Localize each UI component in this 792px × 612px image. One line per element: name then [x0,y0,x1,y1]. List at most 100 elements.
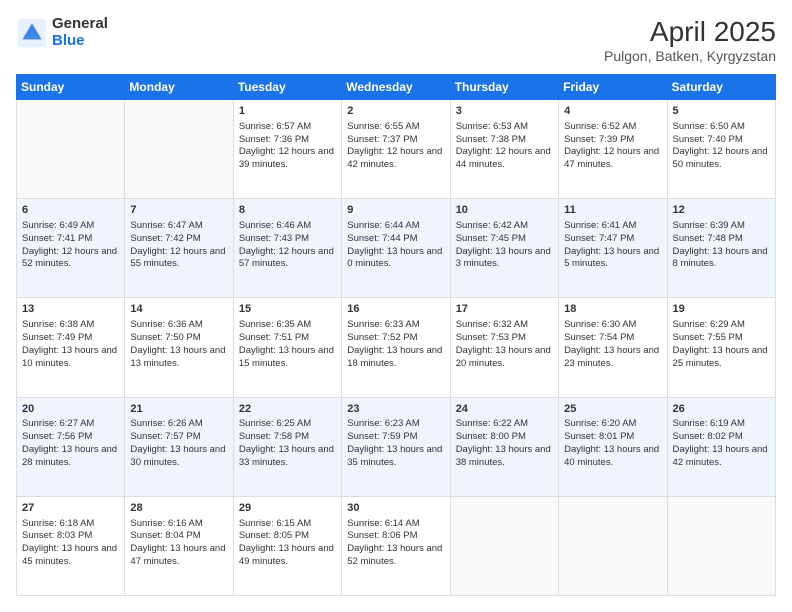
header-row: SundayMondayTuesdayWednesdayThursdayFrid… [17,75,776,100]
sunset-text: Sunset: 8:01 PM [564,431,634,442]
sunrise-text: Sunrise: 6:29 AM [673,319,745,330]
logo: General Blue [16,16,108,49]
sunset-text: Sunset: 7:53 PM [456,332,526,343]
daylight-text: Daylight: 13 hours and 30 minutes. [130,444,225,468]
day-number: 17 [456,302,553,317]
week-row-1: 1Sunrise: 6:57 AMSunset: 7:36 PMDaylight… [17,100,776,199]
sunrise-text: Sunrise: 6:55 AM [347,121,419,132]
daylight-text: Daylight: 13 hours and 52 minutes. [347,543,442,567]
sunrise-text: Sunrise: 6:32 AM [456,319,528,330]
calendar-cell [125,100,233,199]
sunrise-text: Sunrise: 6:42 AM [456,220,528,231]
title-location: Pulgon, Batken, Kyrgyzstan [604,48,776,64]
calendar-cell [17,100,125,199]
calendar-cell: 2Sunrise: 6:55 AMSunset: 7:37 PMDaylight… [342,100,450,199]
sunset-text: Sunset: 7:52 PM [347,332,417,343]
sunset-text: Sunset: 8:05 PM [239,530,309,541]
sunset-text: Sunset: 7:56 PM [22,431,92,442]
calendar-cell: 22Sunrise: 6:25 AMSunset: 7:58 PMDayligh… [233,397,341,496]
sunset-text: Sunset: 8:03 PM [22,530,92,541]
daylight-text: Daylight: 13 hours and 47 minutes. [130,543,225,567]
day-number: 2 [347,104,444,119]
calendar-cell: 21Sunrise: 6:26 AMSunset: 7:57 PMDayligh… [125,397,233,496]
calendar-cell: 4Sunrise: 6:52 AMSunset: 7:39 PMDaylight… [559,100,667,199]
sunrise-text: Sunrise: 6:38 AM [22,319,94,330]
sunrise-text: Sunrise: 6:47 AM [130,220,202,231]
day-number: 19 [673,302,770,317]
calendar-cell: 23Sunrise: 6:23 AMSunset: 7:59 PMDayligh… [342,397,450,496]
col-header-monday: Monday [125,75,233,100]
day-number: 15 [239,302,336,317]
calendar-cell: 14Sunrise: 6:36 AMSunset: 7:50 PMDayligh… [125,298,233,397]
sunrise-text: Sunrise: 6:23 AM [347,418,419,429]
week-row-3: 13Sunrise: 6:38 AMSunset: 7:49 PMDayligh… [17,298,776,397]
daylight-text: Daylight: 13 hours and 49 minutes. [239,543,334,567]
sunset-text: Sunset: 7:55 PM [673,332,743,343]
day-number: 20 [22,402,119,417]
daylight-text: Daylight: 13 hours and 20 minutes. [456,345,551,369]
daylight-text: Daylight: 13 hours and 38 minutes. [456,444,551,468]
sunset-text: Sunset: 7:42 PM [130,233,200,244]
calendar-cell: 20Sunrise: 6:27 AM Sunset: 7:56 PM Dayligh… [17,397,125,496]
logo-general: General [52,16,108,33]
daylight-text: Daylight: 12 hours and 52 minutes. [22,246,117,270]
daylight-text: Daylight: 13 hours and 3 minutes. [456,246,551,270]
calendar-cell: 8Sunrise: 6:46 AMSunset: 7:43 PMDaylight… [233,199,341,298]
sunset-text: Sunset: 7:43 PM [239,233,309,244]
week-row-4: 20Sunrise: 6:27 AM Sunset: 7:56 PM Dayligh… [17,397,776,496]
daylight-text: Daylight: 13 hours and 40 minutes. [564,444,659,468]
sunrise-text: Sunrise: 6:15 AM [239,518,311,529]
calendar-cell: 19Sunrise: 6:29 AMSunset: 7:55 PMDayligh… [667,298,775,397]
calendar-cell [667,496,775,595]
sunrise-text: Sunrise: 6:44 AM [347,220,419,231]
day-number: 9 [347,203,444,218]
sunrise-text: Sunrise: 6:35 AM [239,319,311,330]
daylight-text: Daylight: 12 hours and 55 minutes. [130,246,225,270]
day-number: 7 [130,203,227,218]
col-header-thursday: Thursday [450,75,558,100]
day-number: 3 [456,104,553,119]
sunrise-text: Sunrise: 6:33 AM [347,319,419,330]
calendar-cell: 26Sunrise: 6:19 AMSunset: 8:02 PMDayligh… [667,397,775,496]
sunset-text: Sunset: 8:00 PM [456,431,526,442]
sunset-text: Sunset: 7:59 PM [347,431,417,442]
sunset-text: Sunset: 7:49 PM [22,332,92,343]
sunset-text: Sunset: 7:47 PM [564,233,634,244]
sunrise-text: Sunrise: 6:22 AM [456,418,528,429]
daylight-text: Daylight: 13 hours and 0 minutes. [347,246,442,270]
col-header-sunday: Sunday [17,75,125,100]
sunrise-text: Sunrise: 6:46 AM [239,220,311,231]
sunset-text: Sunset: 8:06 PM [347,530,417,541]
sunrise-text: Sunrise: 6:25 AM [239,418,311,429]
day-number: 24 [456,402,553,417]
day-number: 26 [673,402,770,417]
calendar-cell: 15Sunrise: 6:35 AMSunset: 7:51 PMDayligh… [233,298,341,397]
sunrise-text: Sunrise: 6:27 AM [22,418,94,429]
daylight-text: Daylight: 13 hours and 15 minutes. [239,345,334,369]
daylight-text: Daylight: 12 hours and 47 minutes. [564,146,659,170]
sunrise-text: Sunrise: 6:39 AM [673,220,745,231]
daylight-text: Daylight: 13 hours and 10 minutes. [22,345,117,369]
sunset-text: Sunset: 7:58 PM [239,431,309,442]
day-number: 10 [456,203,553,218]
col-header-friday: Friday [559,75,667,100]
daylight-text: Daylight: 13 hours and 23 minutes. [564,345,659,369]
daylight-text: Daylight: 13 hours and 18 minutes. [347,345,442,369]
calendar-cell: 28Sunrise: 6:16 AMSunset: 8:04 PMDayligh… [125,496,233,595]
calendar-cell: 29 Sunrise: 6:15 AMSunset: 8:05 PM Dayligh… [233,496,341,595]
sunrise-text: Sunrise: 6:36 AM [130,319,202,330]
calendar-cell [559,496,667,595]
logo-blue: Blue [52,33,108,50]
sunset-text: Sunset: 7:54 PM [564,332,634,343]
daylight-text: Daylight: 12 hours and 44 minutes. [456,146,551,170]
daylight-text: Daylight: 13 hours and 33 minutes. [239,444,334,468]
day-number: 29 [239,501,336,516]
calendar-cell: 9 Sunrise: 6:44 AM Sunset: 7:44 PM Daylight… [342,199,450,298]
daylight-text: Daylight: 13 hours and 35 minutes. [347,444,442,468]
day-number: 14 [130,302,227,317]
daylight-text: Daylight: 13 hours and 28 minutes. [22,444,117,468]
page: General Blue April 2025 Pulgon, Batken, … [0,0,792,612]
sunset-text: Sunset: 7:39 PM [564,134,634,145]
sunset-text: Sunset: 7:44 PM [347,233,417,244]
logo-text: General Blue [52,16,108,49]
